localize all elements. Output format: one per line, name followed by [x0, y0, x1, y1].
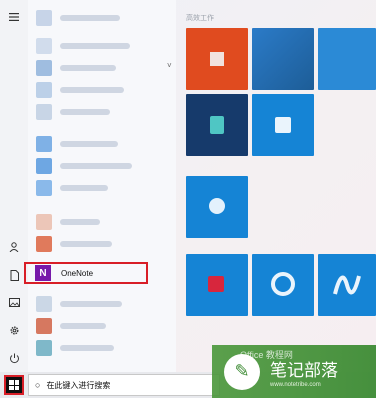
app-icon-blurred: [36, 38, 52, 54]
app-icon-blurred: [36, 104, 52, 120]
tile-blurred[interactable]: [318, 254, 376, 316]
start-button[interactable]: [4, 375, 24, 395]
app-name-blurred: [60, 241, 112, 247]
app-icon: [275, 117, 291, 133]
app-icon-blurred: [36, 214, 52, 230]
app-icon-blurred: [36, 318, 52, 334]
app-name-blurred: [60, 219, 100, 225]
app-name-blurred: [60, 141, 118, 147]
pictures-icon[interactable]: [4, 293, 24, 311]
app-name-blurred: [60, 43, 130, 49]
app-icon-blurred: [36, 82, 52, 98]
app-name-blurred: [60, 301, 122, 307]
app-icon-blurred: [36, 10, 52, 26]
tile-office[interactable]: [186, 28, 248, 90]
app-name-blurred: [60, 163, 132, 169]
tiles-group-header: 高效工作: [186, 15, 214, 22]
app-icon: [210, 116, 224, 134]
document-icon[interactable]: [4, 266, 24, 284]
app-icon-blurred: [36, 158, 52, 174]
app-name-blurred: [60, 323, 106, 329]
search-icon: ○: [35, 380, 41, 390]
tile-blurred[interactable]: [186, 254, 248, 316]
watermark-url: www.notetribe.com: [270, 381, 321, 388]
onenote-icon: N: [35, 265, 51, 281]
chevron-down-icon[interactable]: ˅: [167, 61, 172, 70]
app-icon-blurred: [36, 340, 52, 356]
app-name-blurred: [60, 109, 110, 115]
search-placeholder: 在此键入进行搜索: [46, 380, 111, 390]
app-name-blurred: [60, 65, 116, 71]
watermark-banner: ✎ 笔记部落 www.notetribe.com: [212, 345, 376, 398]
hamburger-icon[interactable]: [4, 8, 24, 26]
user-icon[interactable]: [4, 238, 24, 256]
app-icon: [209, 198, 225, 214]
app-list: ˅: [28, 0, 176, 372]
app-icon: [271, 272, 295, 296]
taskbar-search-box[interactable]: ○ 在此键入进行搜索: [28, 374, 220, 396]
watermark-brand: Office 教程网: [240, 350, 293, 360]
app-icon-blurred: [36, 60, 52, 76]
app-name-blurred: [60, 345, 114, 351]
app-list-item-onenote[interactable]: N OneNote: [24, 262, 148, 284]
settings-icon[interactable]: [4, 321, 24, 339]
tile-blurred[interactable]: [252, 28, 314, 90]
tile-blurred[interactable]: [186, 176, 248, 238]
office-icon: [210, 52, 224, 66]
tile-blurred[interactable]: [186, 94, 248, 156]
app-name-blurred: [60, 15, 120, 21]
app-list-item-label: OneNote: [61, 268, 94, 278]
tile-blurred[interactable]: [252, 94, 314, 156]
app-icon-blurred: [36, 236, 52, 252]
start-menu-rail: [0, 0, 28, 372]
app-icon: [208, 276, 224, 292]
tile-blurred[interactable]: [318, 28, 376, 90]
app-icon: [333, 275, 361, 295]
app-name-blurred: [60, 87, 124, 93]
app-icon-blurred: [36, 136, 52, 152]
windows-logo-icon: [9, 380, 19, 390]
tile-blurred[interactable]: [252, 254, 314, 316]
power-icon[interactable]: [4, 349, 24, 367]
app-name-blurred: [60, 185, 108, 191]
app-icon-blurred: [36, 180, 52, 196]
app-icon-blurred: [36, 296, 52, 312]
